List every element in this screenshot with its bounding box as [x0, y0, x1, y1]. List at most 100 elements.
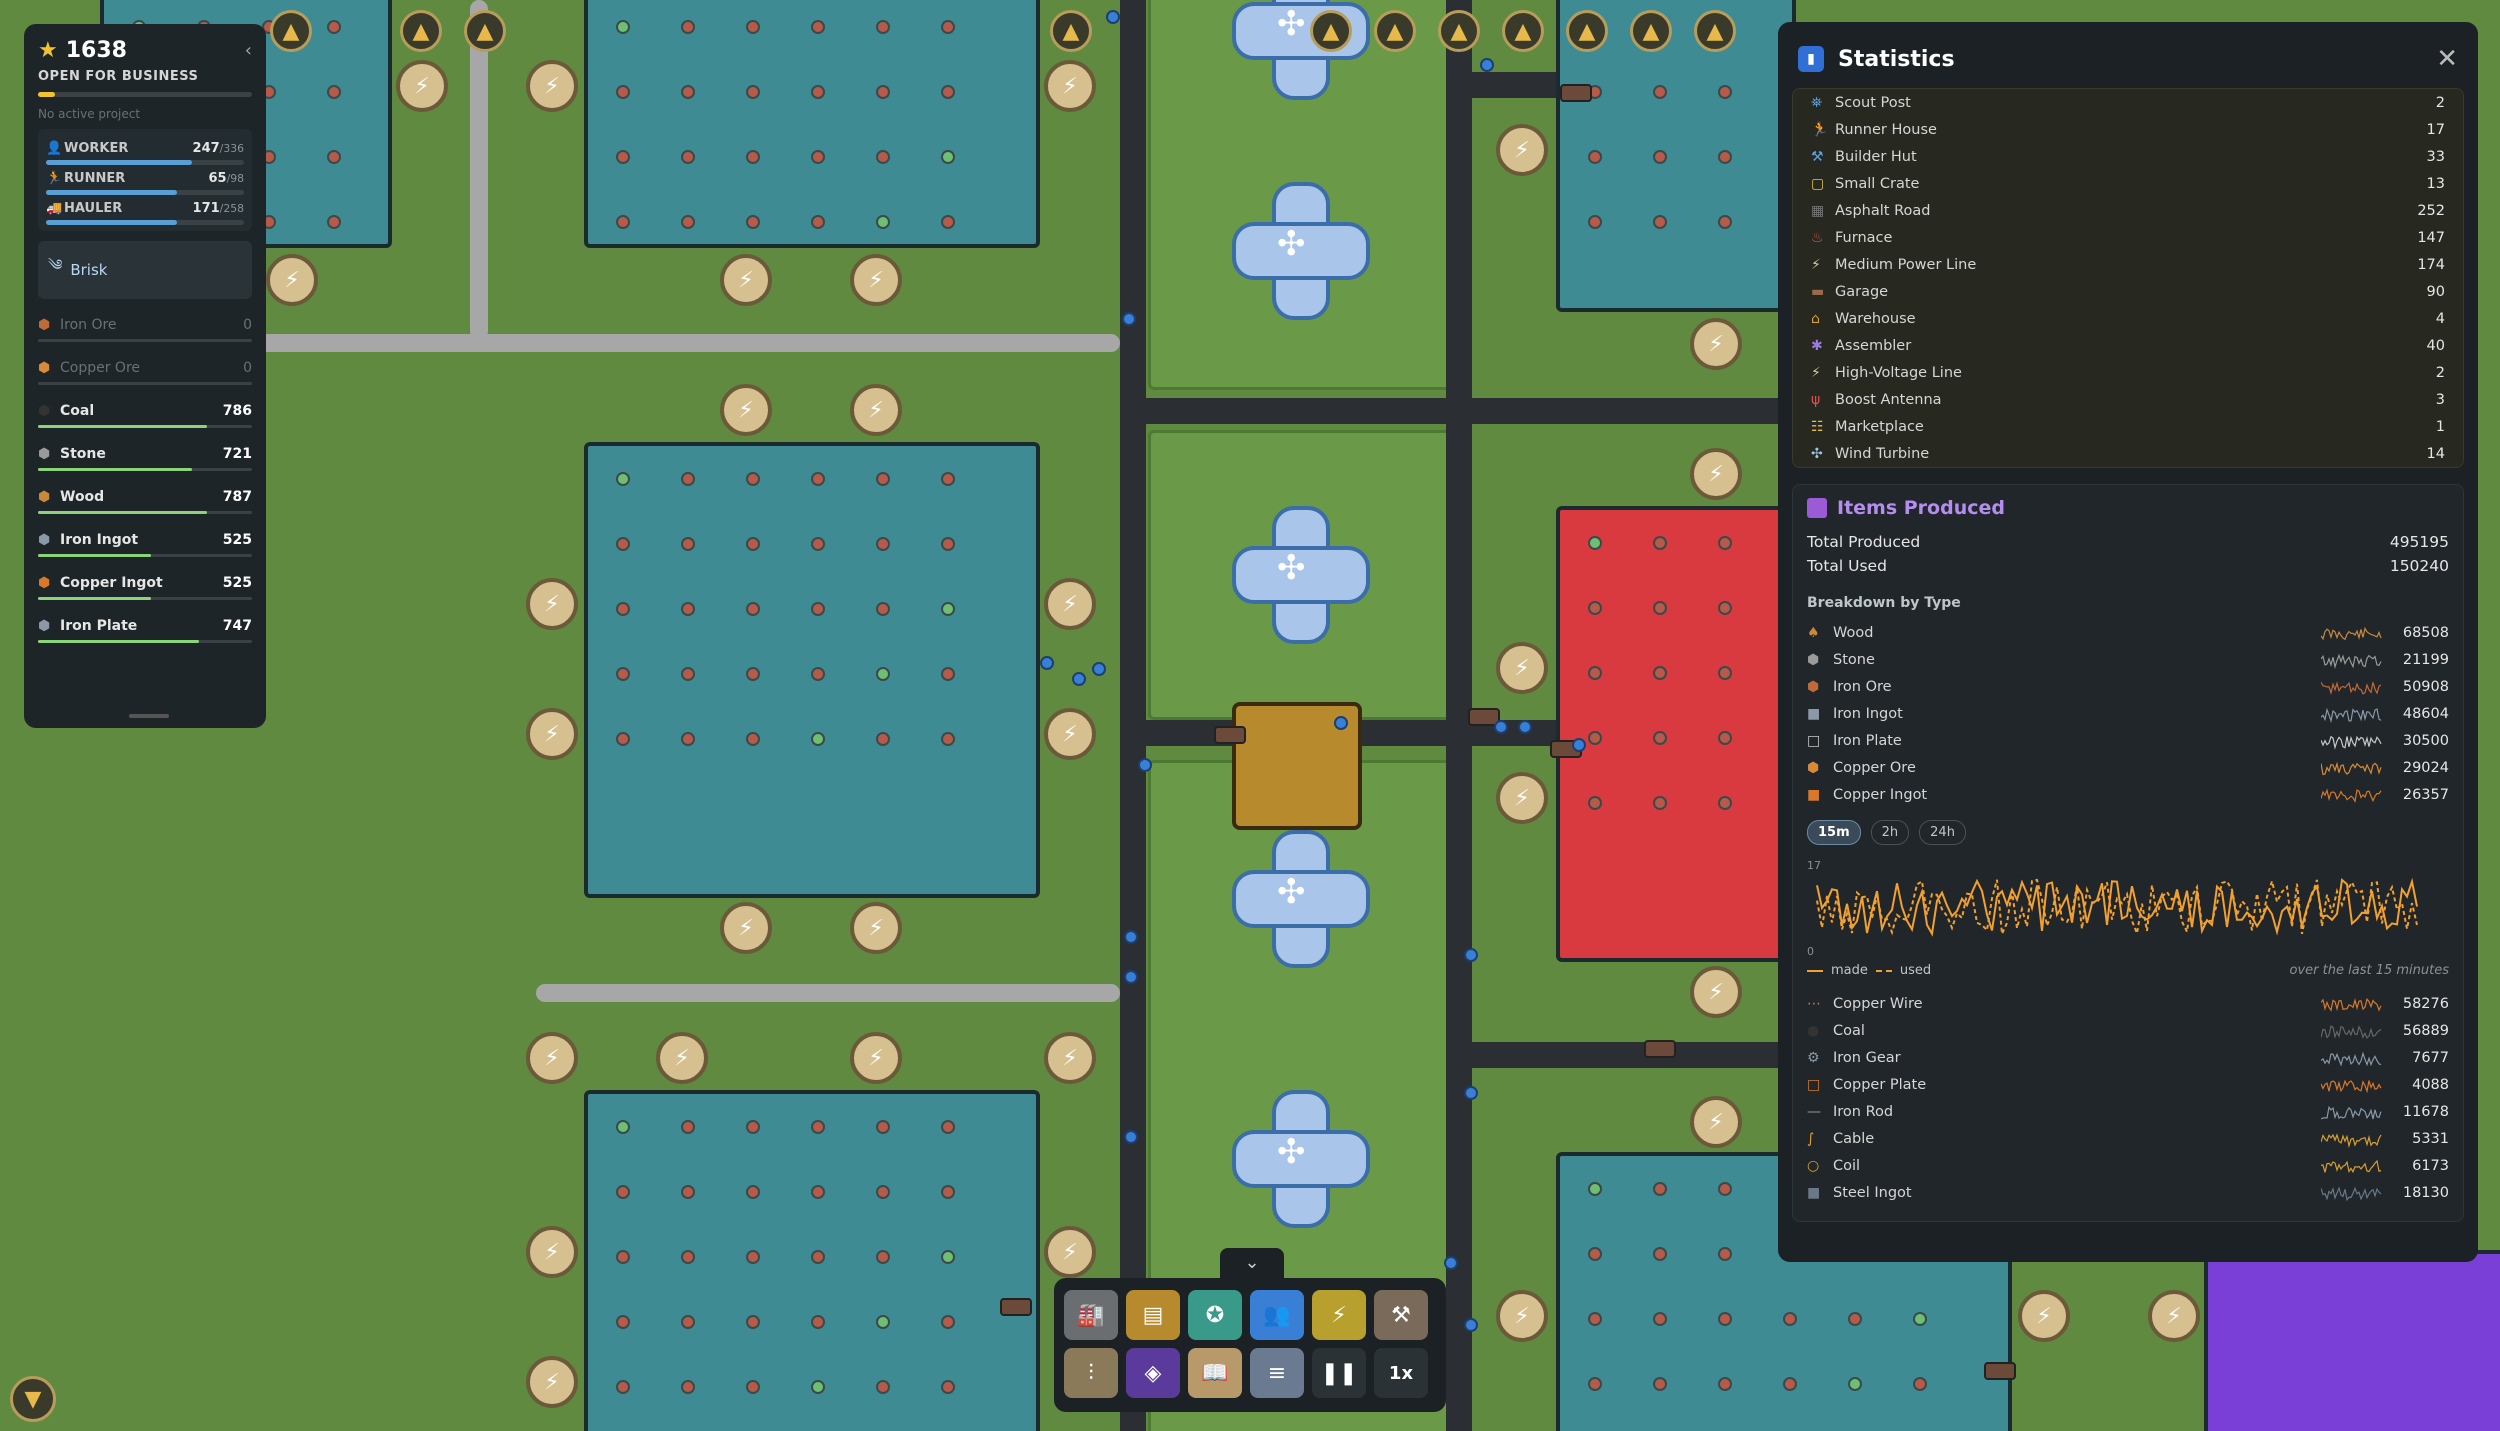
runner-beacon[interactable]: ▲ [1566, 10, 1608, 52]
wind-turbine[interactable]: ✣ [1232, 830, 1370, 968]
building-row: ▢ Small Crate 13 [1811, 170, 2445, 197]
panel-resize-handle[interactable] [129, 714, 169, 718]
power-pole[interactable]: ⚡ [850, 1032, 902, 1084]
breakdown-label: Breakdown by Type [1807, 595, 1961, 611]
resource-icon: ⬢ [38, 532, 51, 548]
pause-icon[interactable]: ❚❚ [1312, 1348, 1366, 1398]
item-sparkline [2321, 626, 2382, 640]
used-legend-swatch [1875, 969, 1892, 972]
crop-dot [746, 215, 760, 229]
hauler-truck[interactable] [1000, 1298, 1032, 1316]
power-pole[interactable]: ⚡ [850, 384, 902, 436]
purple-field[interactable] [2204, 1250, 2500, 1431]
wind-turbine[interactable]: ✣ [1232, 182, 1370, 320]
power-node [1138, 758, 1152, 772]
book-icon[interactable]: 📖 [1188, 1348, 1242, 1398]
power-pole[interactable]: ⚡ [1044, 578, 1096, 630]
tools-icon[interactable]: ⚒ [1374, 1290, 1428, 1340]
runner-beacon[interactable]: ▲ [1502, 10, 1544, 52]
people-icon[interactable]: 👥 [1250, 1290, 1304, 1340]
power-pole[interactable]: ⚡ [656, 1032, 708, 1084]
resource-value: 525 [222, 532, 252, 548]
runner-beacon[interactable]: ▲ [1050, 10, 1092, 52]
building-row: ⌂ Warehouse 4 [1811, 305, 2445, 332]
worker-row: 🏃 RUNNER 65/98 [46, 171, 244, 186]
time-range-tabs: 15m 2h 24h [1807, 820, 2449, 845]
power-pole[interactable]: ⚡ [850, 254, 902, 306]
power-pole[interactable]: ⚡ [526, 1032, 578, 1084]
hauler-truck[interactable] [1560, 84, 1592, 102]
hauler-truck[interactable] [1214, 726, 1246, 744]
crop-dot [1718, 1377, 1732, 1391]
runner-beacon[interactable]: ▲ [1310, 10, 1352, 52]
item-name: Copper Wire [1833, 995, 1923, 1012]
crop-dot [811, 537, 825, 551]
power-pole[interactable]: ⚡ [1496, 772, 1548, 824]
production-chart: 17 0 [1807, 859, 2449, 959]
power-pole[interactable]: ⚡ [266, 254, 318, 306]
runner-beacon[interactable]: ▲ [400, 10, 442, 52]
crop-dot [616, 1315, 630, 1329]
runner-beacon[interactable]: ▲ [270, 10, 312, 52]
power-pole[interactable]: ⚡ [720, 254, 772, 306]
item-value: 4088 [2412, 1076, 2449, 1093]
speed-button[interactable]: 1x [1374, 1348, 1428, 1398]
power-pole[interactable]: ⚡ [1690, 318, 1742, 370]
star-badge-icon[interactable]: ✪ [1188, 1290, 1242, 1340]
bottom-toolbar: 🏭 ▤ ✪ 👥 ⚡ ⚒ ⫶ ◈ 📖 ≡ ❚❚ 1x [1054, 1278, 1446, 1412]
star-icon: ★ [38, 38, 58, 63]
toolbar-collapse-chevron-icon[interactable]: ⌄ [1220, 1248, 1284, 1278]
crop-dot [941, 1315, 955, 1329]
power-pole[interactable]: ⚡ [526, 60, 578, 112]
runner-beacon[interactable]: ▲ [1374, 10, 1416, 52]
power-node [1464, 948, 1478, 962]
power-pole[interactable]: ⚡ [1044, 60, 1096, 112]
close-icon[interactable]: ✕ [2436, 44, 2458, 74]
compass-icon[interactable]: ▼ [10, 1376, 56, 1422]
sparkline-path [2321, 997, 2382, 1012]
factory-icon[interactable]: 🏭 [1064, 1290, 1118, 1340]
power-pole[interactable]: ⚡ [526, 578, 578, 630]
item-value: 68508 [2402, 624, 2449, 641]
runner-beacon[interactable]: ▲ [1694, 10, 1736, 52]
power-icon[interactable]: ⚡ [1312, 1290, 1366, 1340]
sliders-icon[interactable]: ⫶ [1064, 1348, 1118, 1398]
weather-indicator[interactable]: ༄ Brisk [38, 241, 252, 299]
power-pole[interactable]: ⚡ [1690, 966, 1742, 1018]
menu-icon[interactable]: ≡ [1250, 1348, 1304, 1398]
runner-beacon[interactable]: ▲ [1630, 10, 1672, 52]
time-range-24h[interactable]: 24h [1919, 820, 1966, 845]
runner-beacon[interactable]: ▲ [1438, 10, 1480, 52]
power-pole[interactable]: ⚡ [2148, 1290, 2200, 1342]
power-pole[interactable]: ⚡ [1496, 642, 1548, 694]
worker-row: 🚚 HAULER 171/258 [46, 201, 244, 216]
power-pole[interactable]: ⚡ [1690, 1096, 1742, 1148]
hauler-truck[interactable] [1644, 1040, 1676, 1058]
power-pole[interactable]: ⚡ [850, 902, 902, 954]
time-range-15m[interactable]: 15m [1807, 820, 1861, 845]
time-range-2h[interactable]: 2h [1870, 820, 1910, 845]
power-pole[interactable]: ⚡ [526, 1356, 578, 1408]
wind-turbine[interactable]: ✣ [1232, 506, 1370, 644]
power-pole[interactable]: ⚡ [720, 384, 772, 436]
power-pole[interactable]: ⚡ [1044, 1226, 1096, 1278]
hauler-truck[interactable] [1984, 1362, 2016, 1380]
resource-value: 525 [222, 575, 252, 591]
farm-field[interactable] [584, 0, 1040, 248]
runner-beacon[interactable]: ▲ [464, 10, 506, 52]
power-pole[interactable]: ⚡ [1044, 1032, 1096, 1084]
power-pole[interactable]: ⚡ [1496, 124, 1548, 176]
collapse-chevron-icon[interactable]: ‹ [245, 40, 252, 61]
storage-icon[interactable]: ▤ [1126, 1290, 1180, 1340]
power-pole[interactable]: ⚡ [1496, 1290, 1548, 1342]
power-pole[interactable]: ⚡ [720, 902, 772, 954]
wind-turbine[interactable]: ✣ [1232, 1090, 1370, 1228]
power-pole[interactable]: ⚡ [2018, 1290, 2070, 1342]
power-pole[interactable]: ⚡ [526, 708, 578, 760]
layers-icon[interactable]: ◈ [1126, 1348, 1180, 1398]
power-pole[interactable]: ⚡ [526, 1226, 578, 1278]
power-pole[interactable]: ⚡ [1690, 448, 1742, 500]
power-pole[interactable]: ⚡ [1044, 708, 1096, 760]
building-icon: ⚡ [1811, 364, 1821, 381]
power-pole[interactable]: ⚡ [396, 60, 448, 112]
